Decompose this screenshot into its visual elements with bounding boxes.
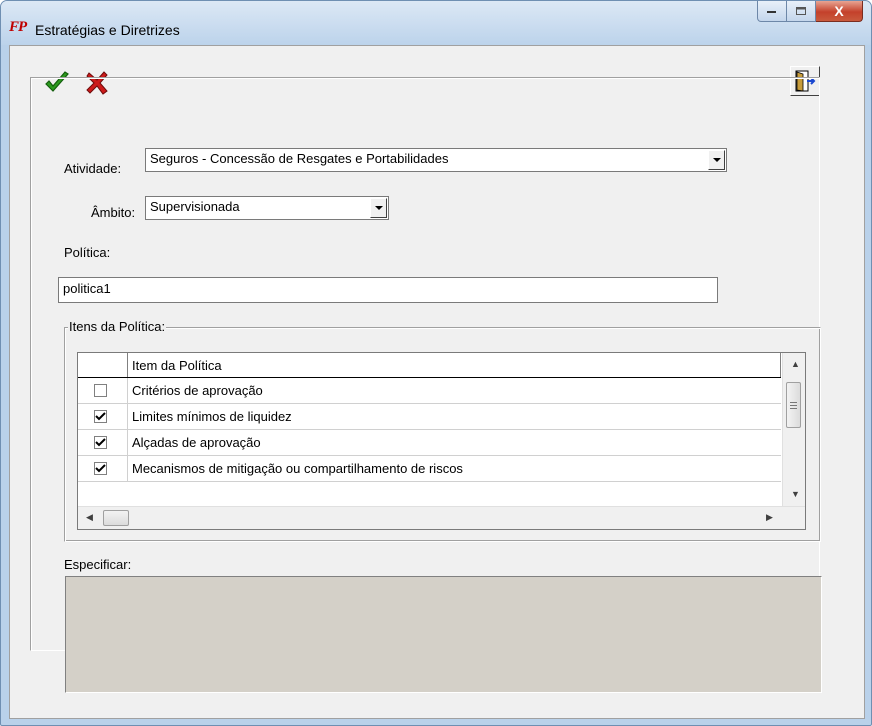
ambito-select[interactable]: Supervisionada [145,196,389,220]
item-checkbox[interactable] [94,384,107,397]
check-cell [78,404,128,430]
checkmark-icon [95,438,106,447]
check-cell [78,456,128,482]
grid-header: Item da Política [78,353,781,378]
atividade-label: Atividade: [64,161,122,176]
politica-input[interactable] [59,278,707,299]
grid-header-check-column [78,353,128,377]
item-label: Mecanismos de mitigação ou compartilhame… [132,461,463,476]
ambito-label: Âmbito: [91,205,136,220]
maximize-icon [795,6,806,15]
checkmark-icon [95,412,106,421]
close-button[interactable]: X [816,1,863,22]
itens-grid[interactable]: Item da Política Critérios de aprovação L… [77,352,806,530]
grid-header-item[interactable]: Item da Política [128,353,781,377]
item-checkbox[interactable] [94,436,107,449]
window-title: Estratégias e Diretrizes [35,22,180,38]
close-icon: X [834,3,844,19]
scroll-right-icon[interactable]: ▶ [766,512,773,523]
minimize-icon [767,11,776,13]
grip-icon [790,401,797,409]
app-logo-icon: FP [9,19,27,35]
especificar-label: Especificar: [64,557,132,572]
chevron-down-icon [712,158,721,162]
table-row[interactable]: Mecanismos de mitigação ou compartilhame… [78,456,781,482]
especificar-textarea[interactable] [65,576,822,693]
table-row[interactable]: Limites mínimos de liquidez [78,404,781,430]
title-bar[interactable]: FP Estratégias e Diretrizes X [1,1,871,45]
maximize-button[interactable] [787,1,816,22]
table-row[interactable]: Alçadas de aprovação [78,430,781,456]
itens-group-title: Itens da Política: [68,319,167,334]
atividade-value: Seguros - Concessão de Resgates e Portab… [150,151,449,166]
table-row[interactable]: Critérios de aprovação [78,378,781,404]
horizontal-scroll-thumb[interactable] [103,510,129,526]
ambito-dropdown-button[interactable] [370,198,387,218]
atividade-select[interactable]: Seguros - Concessão de Resgates e Portab… [145,148,727,172]
horizontal-scrollbar[interactable]: ◀ ▶ [78,506,805,529]
chevron-down-icon [374,206,383,210]
scroll-down-icon[interactable]: ▼ [791,489,800,499]
check-cell [78,430,128,456]
scroll-left-icon[interactable]: ◀ [86,512,93,523]
item-checkbox[interactable] [94,410,107,423]
window-controls: X [757,1,863,22]
atividade-dropdown-button[interactable] [708,150,725,170]
item-checkbox[interactable] [94,462,107,475]
item-label: Alçadas de aprovação [132,435,261,450]
item-label: Critérios de aprovação [132,383,263,398]
politica-label: Política: [64,245,111,260]
scroll-up-icon[interactable]: ▲ [791,359,800,369]
item-label: Limites mínimos de liquidez [132,409,292,424]
ambito-value: Supervisionada [150,199,240,214]
vertical-scroll-thumb[interactable] [786,382,801,428]
checkmark-icon [95,464,106,473]
politica-field[interactable] [58,277,718,303]
minimize-button[interactable] [757,1,787,22]
vertical-scrollbar[interactable]: ▲ ▼ [782,353,805,506]
check-cell [78,378,128,404]
